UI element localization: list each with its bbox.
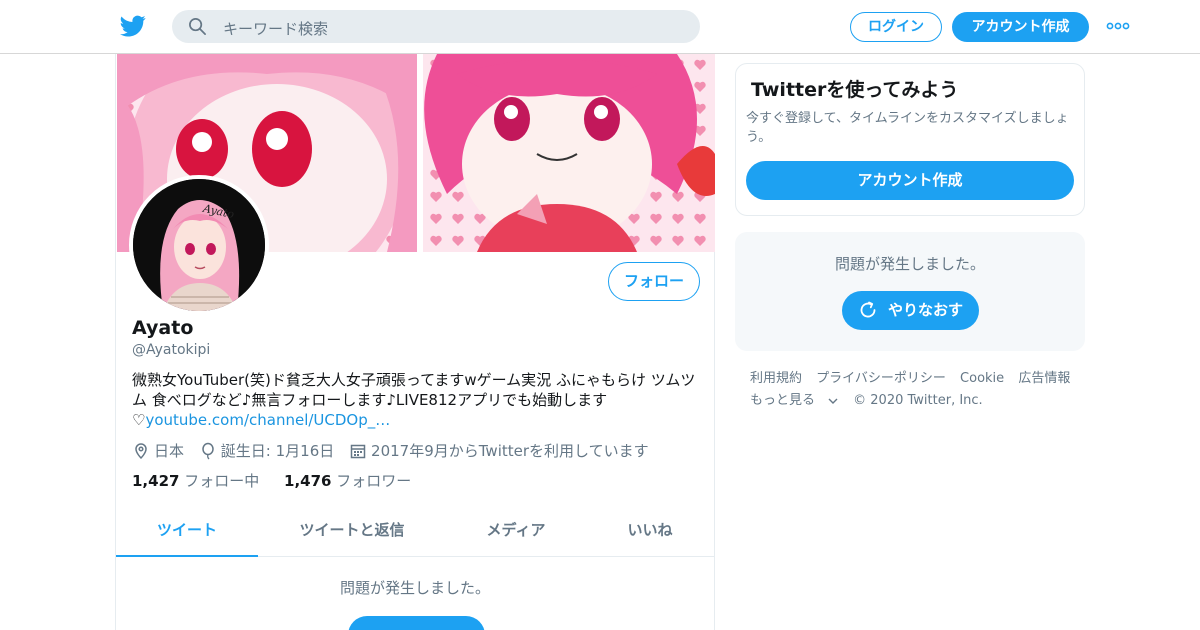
tab-tweets[interactable]: ツイート bbox=[116, 506, 258, 557]
calendar-icon bbox=[350, 444, 366, 458]
timeline-retry-button[interactable] bbox=[348, 616, 485, 630]
avatar-illustration bbox=[133, 179, 265, 311]
top-navigation-bar: キーワード検索 ログイン アカウント作成 bbox=[0, 0, 1200, 54]
retry-label: やりなおす bbox=[888, 301, 964, 319]
footer-cookie-link[interactable]: Cookie bbox=[960, 371, 1004, 386]
bio-line-3: ♡youtube.com/channel/UCDOp_… bbox=[132, 410, 702, 430]
profile-joined: 2017年9月からTwitterを利用しています bbox=[371, 442, 649, 460]
footer-ads-link[interactable]: 広告情報 bbox=[1018, 371, 1070, 386]
profile-bio: 微熟女YouTuber(笑)ド貧乏大人女子頑張ってますwゲーム実況 ふにゃもらけ… bbox=[132, 370, 702, 430]
tab-likes[interactable]: いいね bbox=[586, 506, 714, 557]
following-stat[interactable]: 1,427 フォロー中 bbox=[132, 470, 259, 491]
following-count: 1,427 bbox=[132, 472, 180, 490]
sidebar-error-card: 問題が発生しました。 やりなおす bbox=[735, 232, 1085, 351]
bio-line-2: ム 食べログなど♪無言フォローします♪LIVE812アプリでも始動します bbox=[132, 391, 608, 409]
footer-terms-link[interactable]: 利用規約 bbox=[750, 371, 802, 386]
footer-more-label: もっと見る bbox=[750, 393, 816, 408]
follow-button[interactable]: フォロー bbox=[608, 262, 700, 301]
followers-label: フォロワー bbox=[336, 472, 412, 490]
profile-handle: @Ayatokipi bbox=[132, 342, 211, 358]
footer-row-2: もっと見る © 2020 Twitter, Inc. bbox=[750, 390, 1090, 412]
search-box[interactable]: キーワード検索 bbox=[172, 10, 700, 43]
search-placeholder[interactable]: キーワード検索 bbox=[223, 18, 328, 39]
profile-column: Ayato フォロー Ayato @Ayatokipi 微熟女YouTuber(… bbox=[115, 54, 715, 630]
login-button[interactable]: ログイン bbox=[850, 12, 942, 42]
profile-avatar[interactable]: Ayato bbox=[129, 175, 269, 315]
profile-birthday: 誕生日: 1月16日 bbox=[220, 442, 335, 460]
signup-card-text: 今すぐ登録して、タイムラインをカスタマイズしましょう。 bbox=[746, 111, 1069, 145]
bio-heart: ♡ bbox=[132, 411, 146, 429]
refresh-icon bbox=[860, 301, 876, 318]
twitter-logo-icon[interactable] bbox=[120, 13, 146, 39]
signup-card-title: Twitterを使ってみよう bbox=[751, 79, 959, 101]
tab-media[interactable]: メディア bbox=[446, 506, 586, 557]
chevron-down-icon bbox=[828, 398, 838, 404]
profile-name: Ayato bbox=[132, 317, 194, 339]
footer-privacy-link[interactable]: プライバシーポリシー bbox=[816, 371, 946, 386]
profile-stats: 1,427 フォロー中 1,476 フォロワー bbox=[132, 470, 431, 491]
sidebar-error-text: 問題が発生しました。 bbox=[834, 255, 985, 273]
signup-button[interactable]: アカウント作成 bbox=[952, 12, 1089, 42]
bio-line-1: 微熟女YouTuber(笑)ド貧乏大人女子頑張ってますwゲーム実況 ふにゃもらけ… bbox=[132, 371, 696, 389]
sidebar-footer: 利用規約 プライバシーポリシー Cookie 広告情報 もっと見る © 2020… bbox=[750, 368, 1090, 412]
followers-stat[interactable]: 1,476 フォロワー bbox=[284, 470, 411, 491]
location-icon bbox=[135, 442, 147, 459]
signup-card: Twitterを使ってみよう 今すぐ登録して、タイムラインをカスタマイズしましょ… bbox=[735, 63, 1085, 216]
footer-row-1: 利用規約 プライバシーポリシー Cookie 広告情報 bbox=[750, 368, 1090, 390]
timeline-error-text: 問題が発生しました。 bbox=[339, 579, 490, 597]
more-options-icon[interactable] bbox=[1106, 17, 1130, 35]
signup-card-button[interactable]: アカウント作成 bbox=[746, 161, 1074, 200]
retry-button[interactable]: やりなおす bbox=[842, 291, 979, 330]
followers-count: 1,476 bbox=[284, 472, 332, 490]
search-icon bbox=[189, 18, 206, 35]
profile-location: 日本 bbox=[154, 442, 185, 460]
bio-link[interactable]: youtube.com/channel/UCDOp_… bbox=[145, 411, 390, 429]
profile-tabs: ツイート ツイートと返信 メディア いいね bbox=[116, 506, 714, 557]
profile-meta: 日本 誕生日: 1月16日 2017年9月からTwitterを利用しています bbox=[132, 440, 659, 460]
following-label: フォロー中 bbox=[184, 472, 260, 490]
tab-tweets-and-replies[interactable]: ツイートと返信 bbox=[258, 506, 446, 557]
footer-copyright: © 2020 Twitter, Inc. bbox=[853, 393, 983, 408]
footer-more-link[interactable]: もっと見る bbox=[750, 393, 839, 408]
balloon-icon bbox=[202, 442, 214, 459]
